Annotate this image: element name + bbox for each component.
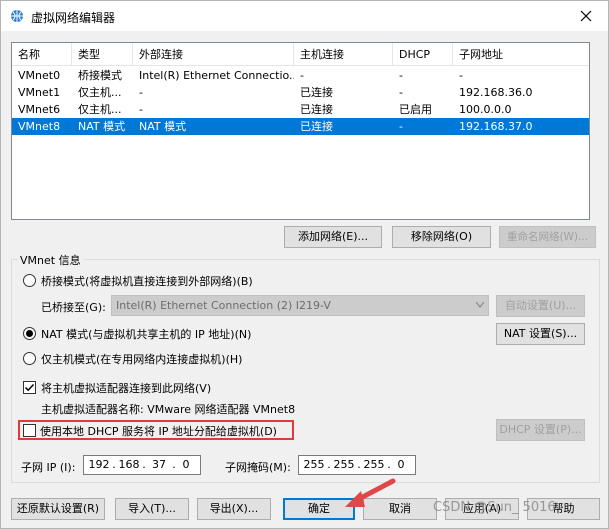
cell-external: Intel(R) Ethernet Connectio...	[139, 69, 294, 82]
table-row-vmnet0[interactable]: VMnet0 桥接模式 Intel(R) Ethernet Connectio.…	[12, 67, 589, 84]
cell-external: NAT 模式	[139, 120, 187, 133]
cell-subnet: 192.168.37.0	[459, 120, 533, 133]
rename-network-button[interactable]: 重命名网络(W)...	[499, 226, 596, 248]
bridge-mode-label[interactable]: 桥接模式(将虚拟机直接连接到外部网络)(B)	[41, 273, 253, 289]
cell-name: VMnet8	[18, 120, 61, 133]
column-header-subnet[interactable]: 子网地址	[453, 43, 589, 66]
vmnet-info-label: VMnet 信息	[18, 252, 83, 268]
cell-type: 桥接模式	[78, 69, 122, 82]
mask-octet: 255	[363, 458, 385, 471]
table-row-vmnet8[interactable]: VMnet8 NAT 模式 NAT 模式 已连接 - 192.168.37.0	[12, 118, 589, 135]
window-title: 虚拟网络编辑器	[31, 11, 116, 25]
virtual-network-editor-window: 虚拟网络编辑器 名称 类型 外部连接 主机连接 DHCP 子网地址 VMnet0…	[0, 0, 609, 529]
ip-octet: 37	[152, 458, 166, 471]
connect-adapter-checkbox[interactable]	[23, 381, 36, 394]
dhcp-label[interactable]: 使用本地 DHCP 服务将 IP 地址分配给虚拟机(D)	[40, 423, 277, 439]
cell-dhcp: -	[399, 120, 403, 133]
bridged-to-select[interactable]: Intel(R) Ethernet Connection (2) I219-V	[111, 295, 489, 316]
bridged-to-label: 已桥接至(G):	[41, 301, 106, 314]
cell-host: 已连接	[300, 103, 333, 116]
export-button[interactable]: 导出(X)...	[197, 498, 271, 520]
ip-octet: 192	[88, 458, 110, 471]
host-only-radio[interactable]	[23, 352, 36, 365]
column-header-host[interactable]: 主机连接	[294, 43, 393, 66]
cell-type: NAT 模式	[78, 120, 126, 133]
cell-name: VMnet0	[18, 69, 61, 82]
auto-settings-button[interactable]: 自动设置(U)...	[496, 295, 585, 317]
dhcp-checkbox[interactable]	[23, 424, 36, 437]
cell-name: VMnet1	[18, 86, 61, 99]
checkmark-icon	[24, 383, 35, 392]
import-button[interactable]: 导入(T)...	[115, 498, 189, 520]
subnet-ip-label: 子网 IP (I):	[21, 461, 76, 474]
cell-subnet: 100.0.0.0	[459, 103, 512, 116]
bridge-mode-radio[interactable]	[23, 274, 36, 287]
nat-mode-label[interactable]: NAT 模式(与虚拟机共享主机的 IP 地址)(N)	[41, 326, 251, 342]
close-icon[interactable]	[574, 5, 598, 27]
chevron-down-icon	[476, 302, 484, 308]
cell-type: 仅主机...	[78, 103, 122, 116]
add-network-button[interactable]: 添加网络(E)...	[284, 226, 382, 248]
cell-host: 已连接	[300, 86, 333, 99]
cell-type: 仅主机...	[78, 86, 122, 99]
network-list[interactable]: 名称 类型 外部连接 主机连接 DHCP 子网地址 VMnet0 桥接模式 In…	[11, 42, 590, 220]
table-row-vmnet1[interactable]: VMnet1 仅主机... - 已连接 - 192.168.36.0	[12, 84, 589, 101]
subnet-mask-input[interactable]: 255 . 255 . 255 . 0	[298, 455, 416, 475]
list-header: 名称 类型 外部连接 主机连接 DHCP 子网地址	[12, 43, 589, 66]
cell-external: -	[139, 103, 143, 116]
nat-settings-button[interactable]: NAT 设置(S)...	[496, 323, 585, 345]
cell-name: VMnet6	[18, 103, 61, 116]
title-bar: 虚拟网络编辑器	[1, 1, 608, 31]
subnet-mask-label: 子网掩码(M):	[225, 461, 291, 474]
cell-dhcp: 已启用	[399, 103, 432, 116]
cell-subnet: -	[459, 69, 463, 82]
watermark-text: CSDN @Sun_ 5016	[433, 500, 556, 515]
column-header-external[interactable]: 外部连接	[133, 43, 294, 66]
ip-octet: 0	[182, 458, 190, 471]
annotation-arrow-icon	[345, 478, 396, 507]
dhcp-settings-button[interactable]: DHCP 设置(P)...	[496, 419, 585, 441]
bridged-to-value: Intel(R) Ethernet Connection (2) I219-V	[116, 299, 331, 312]
cell-host: -	[300, 69, 304, 82]
restore-defaults-button[interactable]: 还原默认设置(R)	[11, 498, 105, 520]
subnet-ip-input[interactable]: 192 . 168 . 37 . 0	[83, 455, 201, 475]
cell-external: -	[139, 86, 143, 99]
ip-octet: 168	[118, 458, 140, 471]
cell-dhcp: -	[399, 86, 403, 99]
cell-dhcp: -	[399, 69, 403, 82]
remove-network-button[interactable]: 移除网络(O)	[392, 226, 491, 248]
column-header-dhcp[interactable]: DHCP	[393, 43, 453, 66]
column-header-name[interactable]: 名称	[12, 43, 72, 66]
host-only-label[interactable]: 仅主机模式(在专用网络内连接虚拟机)(H)	[41, 351, 242, 367]
table-row-vmnet6[interactable]: VMnet6 仅主机... - 已连接 已启用 100.0.0.0	[12, 101, 589, 118]
cell-host: 已连接	[300, 120, 333, 133]
vmnet-info-group	[11, 259, 600, 483]
mask-octet: 0	[397, 458, 405, 471]
mask-octet: 255	[333, 458, 355, 471]
cell-subnet: 192.168.36.0	[459, 86, 533, 99]
column-header-type[interactable]: 类型	[72, 43, 133, 66]
network-app-icon	[11, 10, 23, 22]
nat-mode-radio[interactable]	[23, 327, 36, 340]
adapter-name-label: 主机虚拟适配器名称: VMware 网络适配器 VMnet8	[41, 403, 296, 416]
connect-adapter-label[interactable]: 将主机虚拟适配器连接到此网络(V)	[41, 380, 211, 396]
mask-octet: 255	[303, 458, 325, 471]
